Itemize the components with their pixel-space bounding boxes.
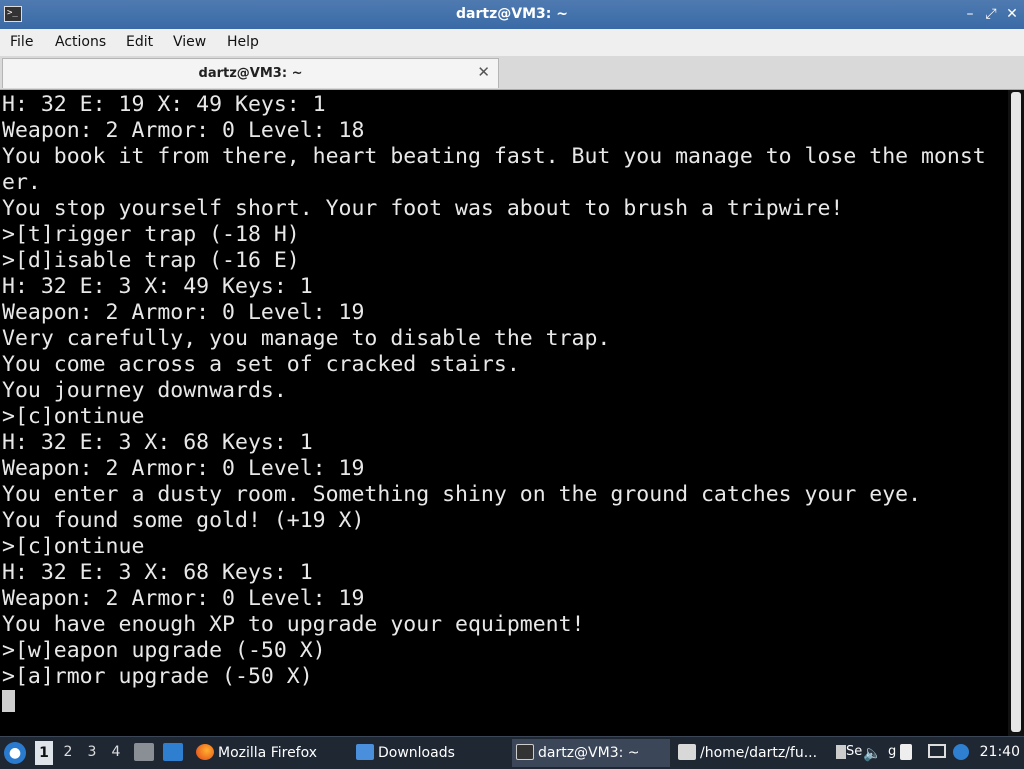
terminal-line: You book it from there, heart beating fa…: [2, 144, 986, 169]
tray-se-label: Se: [846, 744, 863, 759]
terminal-line: H: 32 E: 19 X: 49 Keys: 1: [2, 92, 326, 117]
terminal-line: >[d]isable trap (-16 E): [2, 248, 300, 273]
title-bar[interactable]: >_ dartz@VM3: ~ – ⤢ ✕: [0, 0, 1024, 30]
terminal-line: You found some gold! (+19 X): [2, 508, 365, 533]
terminal-line: You journey downwards.: [2, 378, 287, 403]
file-manager-launcher-icon[interactable]: [134, 743, 154, 761]
terminal-line: >[w]eapon upgrade (-50 X): [2, 638, 326, 663]
terminal-line: >[t]rigger trap (-18 H): [2, 222, 300, 247]
task-editor-label: /home/dartz/fu...: [700, 745, 818, 761]
task-firefox-label: Mozilla Firefox: [218, 745, 318, 761]
document-icon: [836, 744, 846, 759]
terminal-line: H: 32 E: 3 X: 68 Keys: 1: [2, 430, 313, 455]
terminal-window: >_ dartz@VM3: ~ – ⤢ ✕ File Actions Edit …: [0, 0, 1024, 736]
task-firefox[interactable]: Mozilla Firefox: [192, 739, 348, 767]
menu-edit[interactable]: Edit: [126, 34, 153, 50]
terminal-line: You come across a set of cracked stairs.: [2, 352, 520, 377]
terminal-line: Weapon: 2 Armor: 0 Level: 19: [2, 456, 365, 481]
terminal-line: Weapon: 2 Armor: 0 Level: 19: [2, 300, 365, 325]
task-downloads-label: Downloads: [378, 745, 455, 761]
workspace-2[interactable]: 2: [59, 744, 77, 760]
firefox-icon: [196, 743, 214, 760]
close-icon[interactable]: ✕: [1003, 5, 1021, 23]
terminal-line: You have enough XP to upgrade your equip…: [2, 612, 585, 637]
terminal-line: You enter a dusty room. Something shiny …: [2, 482, 922, 507]
terminal-line: >[c]ontinue: [2, 404, 145, 429]
task-terminal[interactable]: dartz@VM3: ~: [512, 739, 670, 767]
clock[interactable]: 21:40: [980, 744, 1020, 760]
terminal-cursor: [2, 690, 15, 712]
menu-actions[interactable]: Actions: [55, 34, 106, 50]
terminal-line: >[c]ontinue: [2, 534, 145, 559]
terminal-line: Weapon: 2 Armor: 0 Level: 19: [2, 586, 365, 611]
tab-bar: dartz@VM3: ~ ✕: [0, 56, 1024, 90]
text-editor-icon: [678, 743, 696, 760]
folder-icon: [356, 743, 374, 760]
scrollbar-thumb[interactable]: [1011, 92, 1021, 732]
task-downloads[interactable]: Downloads: [352, 739, 508, 767]
window-title: dartz@VM3: ~: [456, 6, 568, 22]
menu-view[interactable]: View: [173, 34, 206, 50]
terminal-line: er.: [2, 170, 41, 195]
volume-icon[interactable]: 🔈: [863, 744, 882, 762]
tab-close-icon[interactable]: ✕: [477, 63, 490, 81]
workspace-3[interactable]: 3: [83, 744, 101, 760]
taskbar: ● 1 2 3 4 Mozilla Firefox Downloads dart…: [0, 736, 1024, 769]
maximize-icon[interactable]: ⤢: [982, 5, 1000, 23]
menu-file[interactable]: File: [10, 34, 33, 50]
clipboard-icon[interactable]: [900, 744, 912, 760]
task-editor[interactable]: /home/dartz/fu...: [674, 739, 828, 767]
tray-item-g[interactable]: g: [888, 744, 896, 759]
menu-help[interactable]: Help: [227, 34, 259, 50]
terminal-line: H: 32 E: 3 X: 68 Keys: 1: [2, 560, 313, 585]
network-icon[interactable]: [953, 744, 969, 760]
tab-label: dartz@VM3: ~: [198, 66, 303, 81]
tab-terminal[interactable]: dartz@VM3: ~ ✕: [2, 58, 499, 88]
terminal-line: >[a]rmor upgrade (-50 X): [2, 664, 313, 689]
display-icon[interactable]: [928, 744, 946, 758]
desktop-icon[interactable]: [163, 743, 183, 761]
terminal-line: You stop yourself short. Your foot was a…: [2, 196, 844, 221]
task-terminal-label: dartz@VM3: ~: [538, 745, 640, 761]
terminal-scrollbar[interactable]: [1008, 90, 1024, 736]
terminal-line: Very carefully, you manage to disable th…: [2, 326, 611, 351]
terminal-icon: [516, 743, 534, 760]
terminal-line: Weapon: 2 Armor: 0 Level: 18: [2, 118, 365, 143]
terminal-line: H: 32 E: 3 X: 49 Keys: 1: [2, 274, 313, 299]
tray-item-se[interactable]: Se: [836, 744, 862, 759]
minimize-icon[interactable]: –: [961, 5, 979, 23]
start-menu-icon[interactable]: ●: [4, 742, 26, 764]
workspace-1[interactable]: 1: [35, 741, 53, 765]
menu-bar: File Actions Edit View Help: [0, 29, 1024, 56]
workspace-4[interactable]: 4: [107, 744, 125, 760]
terminal-output[interactable]: H: 32 E: 19 X: 49 Keys: 1 Weapon: 2 Armo…: [0, 90, 1008, 736]
